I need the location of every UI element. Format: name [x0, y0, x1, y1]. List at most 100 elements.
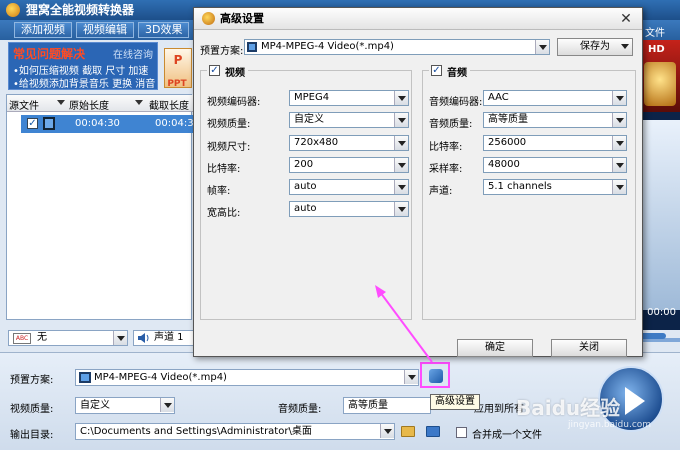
- audio-field-label: 声道:: [429, 186, 453, 197]
- chevron-down-icon[interactable]: [394, 136, 408, 150]
- video-field-label: 视频尺寸:: [207, 142, 251, 153]
- subtitle-icon: ABC: [13, 333, 31, 344]
- video-codec-value: MPEG4: [294, 92, 330, 103]
- video-framerate-value: auto: [294, 181, 317, 192]
- bottom-audio-quality-select[interactable]: 高等质量: [343, 397, 431, 414]
- subtitle-select[interactable]: ABC 无: [8, 330, 128, 346]
- chevron-down-icon[interactable]: [394, 113, 408, 127]
- chevron-down-icon[interactable]: [394, 202, 408, 216]
- audio-codec-select[interactable]: AAC: [483, 90, 627, 106]
- video-field-label: 比特率:: [207, 164, 241, 175]
- preview-panel: HD 00:00: [640, 40, 680, 342]
- dialog-title: 高级设置: [220, 12, 264, 25]
- sort-arrow-icon[interactable]: [135, 100, 143, 105]
- audio-samplerate-value: 48000: [488, 159, 520, 170]
- audio-quality-value: 高等质量: [488, 114, 528, 125]
- bottom-video-quality-select[interactable]: 自定义: [75, 397, 175, 414]
- col-original-length[interactable]: 原始长度: [69, 97, 109, 112]
- video-field-label: 帧率:: [207, 186, 231, 197]
- preview-time: 00:00: [647, 307, 676, 318]
- main-title-text: 狸窝全能视频转换器: [26, 3, 135, 17]
- dialog-title-bar: 高级设置 ✕: [194, 8, 642, 30]
- video-size-select[interactable]: 720x480: [289, 135, 409, 151]
- audio-field-label: 音频编码器:: [429, 97, 483, 108]
- chevron-down-icon[interactable]: [612, 113, 626, 127]
- preview-screen: [640, 120, 680, 310]
- app-logo-icon: [6, 3, 20, 17]
- chevron-down-icon[interactable]: [394, 91, 408, 105]
- browse-folder-icon[interactable]: [401, 426, 415, 437]
- video-group-header[interactable]: ✓ 视频: [207, 64, 248, 79]
- audio-field-label: 采样率:: [429, 164, 463, 175]
- audio-channels-select[interactable]: 5.1 channels: [483, 179, 627, 195]
- save-as-button[interactable]: 保存为: [557, 38, 633, 56]
- add-video-button[interactable]: 添加视频: [14, 22, 72, 38]
- chevron-down-icon[interactable]: [612, 180, 626, 194]
- col-source-file[interactable]: 源文件: [9, 97, 39, 112]
- chevron-down-icon[interactable]: [535, 40, 549, 54]
- ppt-promo-banner[interactable]: PPPT转: [164, 48, 192, 111]
- help-title: 常见问题解决: [13, 47, 86, 61]
- chevron-down-icon[interactable]: [380, 424, 394, 438]
- video-codec-select[interactable]: MPEG4: [289, 90, 409, 106]
- video-framerate-select[interactable]: auto: [289, 179, 409, 195]
- open-folder-icon[interactable]: [426, 426, 440, 437]
- audio-quality-select[interactable]: 高等质量: [483, 112, 627, 128]
- 3d-effect-button[interactable]: 3D效果: [138, 22, 190, 38]
- chevron-down-icon[interactable]: [394, 158, 408, 172]
- close-icon[interactable]: ✕: [618, 11, 634, 27]
- sort-arrow-icon[interactable]: [57, 100, 65, 105]
- advanced-settings-button[interactable]: [420, 362, 450, 388]
- file-list: 源文件 原始长度 截取长度 ✓ 00:04:30 00:04:30: [6, 94, 200, 320]
- chevron-down-icon[interactable]: [113, 331, 127, 345]
- speaker-icon: [138, 333, 149, 343]
- dialog-preset-value: MP4-MPEG-4 Video(*.mp4): [261, 41, 394, 52]
- bottom-audio-quality-label: 音频质量:: [278, 404, 322, 415]
- film-icon: [43, 117, 55, 130]
- audio-samplerate-select[interactable]: 48000: [483, 157, 627, 173]
- bottom-preset-select[interactable]: MP4-MPEG-4 Video(*.mp4): [75, 369, 419, 386]
- output-dir-field[interactable]: C:\Documents and Settings\Administrator\…: [75, 423, 395, 440]
- audio-bitrate-value: 256000: [488, 137, 527, 148]
- chevron-down-icon[interactable]: [160, 398, 174, 412]
- col-clip-length[interactable]: 截取长度: [149, 97, 189, 112]
- close-button[interactable]: 关闭: [551, 339, 627, 357]
- chevron-down-icon[interactable]: [612, 91, 626, 105]
- file-row-checkbox[interactable]: ✓: [27, 118, 38, 129]
- video-aspect-select[interactable]: auto: [289, 201, 409, 217]
- video-field-label: 视频质量:: [207, 119, 251, 130]
- chevron-down-icon[interactable]: [394, 180, 408, 194]
- merge-checkbox[interactable]: [456, 427, 467, 438]
- chevron-down-icon[interactable]: [404, 370, 418, 384]
- volume-slider[interactable]: [640, 333, 666, 339]
- video-quality-select[interactable]: 自定义: [289, 112, 409, 128]
- preview-top-label: 文件: [645, 28, 665, 39]
- help-link-audio[interactable]: •给视频添加背景音乐 更换 消音: [13, 75, 155, 90]
- video-enable-checkbox[interactable]: ✓: [209, 65, 220, 76]
- video-field-label: 视频编码器:: [207, 97, 261, 108]
- bottom-preset-label: 预置方案:: [10, 375, 54, 386]
- video-aspect-value: auto: [294, 203, 317, 214]
- chevron-down-icon[interactable]: [612, 158, 626, 172]
- dialog-preset-select[interactable]: MP4-MPEG-4 Video(*.mp4): [244, 39, 550, 55]
- watermark-url: jingyan.baidu.com: [568, 420, 652, 430]
- audio-field-label: 比特率:: [429, 142, 463, 153]
- online-help-link[interactable]: 在线咨询: [113, 46, 153, 61]
- advanced-settings-dialog: 高级设置 ✕ 预置方案: MP4-MPEG-4 Video(*.mp4) 保存为…: [193, 7, 643, 357]
- audio-bitrate-select[interactable]: 256000: [483, 135, 627, 151]
- ok-button[interactable]: 确定: [457, 339, 533, 357]
- film-icon: [79, 372, 91, 383]
- audio-group-header[interactable]: ✓ 音频: [429, 64, 470, 79]
- edit-video-button[interactable]: 视频编辑: [76, 22, 134, 38]
- audio-track-select[interactable]: 声道 1: [133, 330, 195, 346]
- chevron-down-icon[interactable]: [618, 39, 632, 53]
- subtitle-select-value: 无: [37, 332, 47, 343]
- chevron-down-icon[interactable]: [612, 136, 626, 150]
- preview-ad[interactable]: HD: [640, 40, 680, 112]
- file-list-header: 源文件 原始长度 截取长度: [7, 95, 193, 112]
- video-bitrate-select[interactable]: 200: [289, 157, 409, 173]
- file-row[interactable]: ✓ 00:04:30 00:04:30: [21, 115, 200, 133]
- row-original-length: 00:04:30: [75, 118, 120, 129]
- audio-enable-checkbox[interactable]: ✓: [431, 65, 442, 76]
- help-panel: 常见问题解决 在线咨询 •如何压缩视频 截取 尺寸 加速 •给视频添加背景音乐 …: [8, 42, 158, 90]
